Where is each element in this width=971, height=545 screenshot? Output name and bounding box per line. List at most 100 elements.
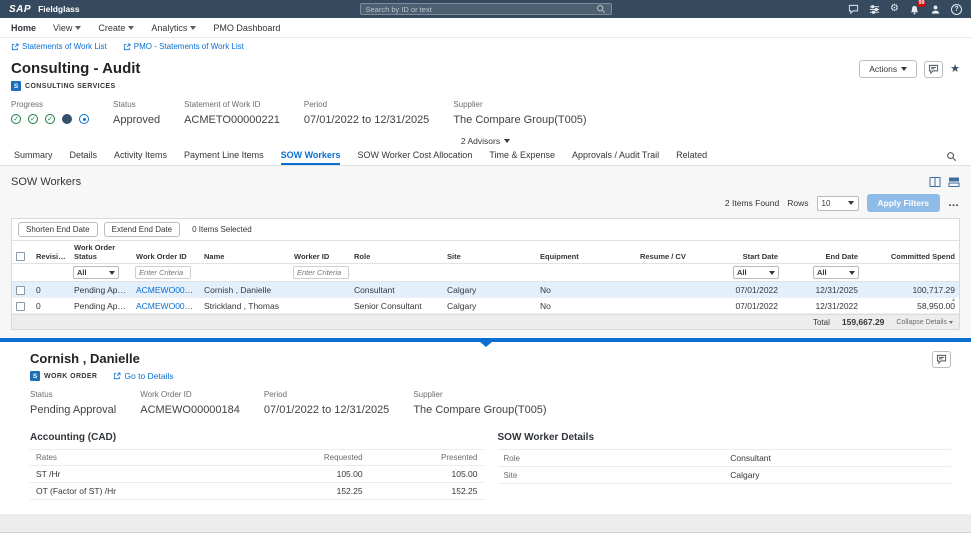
search-icon[interactable] [946, 147, 957, 165]
apply-filters-button[interactable]: Apply Filters [867, 194, 940, 212]
work-order-id-link[interactable]: ACMEWO00000185 [136, 301, 200, 311]
copilot-chat-icon[interactable] [848, 4, 859, 15]
split-pane-handle[interactable] [0, 338, 971, 342]
tab-sow-worker-cost-allocation[interactable]: SOW Worker Cost Allocation [357, 147, 472, 165]
select-all-checkbox[interactable] [16, 252, 25, 261]
end-date-filter-select[interactable]: All [813, 266, 859, 279]
work-order-badge: S WORK ORDER Go to Details [30, 371, 951, 381]
sow-workers-table-card: Shorten End Date Extend End Date 0 Items… [11, 218, 960, 330]
menu-home[interactable]: Home [11, 23, 36, 33]
col-name: Name [200, 241, 290, 264]
tab-payment-line-items[interactable]: Payment Line Items [184, 147, 264, 165]
work-order-badge-icon: S [30, 371, 40, 381]
shell-icon-group: ⚙ 99 ? [848, 4, 962, 15]
detail-row-value: Consultant [724, 450, 951, 467]
background-spacer [0, 514, 971, 532]
work-order-id-label: Work Order ID [140, 390, 240, 399]
extend-end-date-button[interactable]: Extend End Date [104, 222, 180, 237]
col-worker-id: Worker ID [290, 241, 350, 264]
worker-details-row-site: Site Calgary [498, 467, 952, 484]
progress-field: Progress ✓ ✓ ✓ [11, 100, 89, 124]
tab-details[interactable]: Details [70, 147, 98, 165]
accounting-row-ot: OT (Factor of ST) /Hr 152.25 152.25 [30, 483, 484, 500]
table-view-icon[interactable] [929, 176, 941, 188]
status-filter-select[interactable]: All [73, 266, 119, 279]
supplier-value: The Compare Group(T005) [413, 404, 546, 416]
overflow-menu-button[interactable]: … [948, 197, 960, 209]
cell-worker-id [290, 282, 350, 298]
menu-create[interactable]: Create [98, 23, 134, 33]
search-icon[interactable] [596, 4, 606, 14]
app-window: SAP Fieldglass Search by ID or text ⚙ 99 [0, 0, 971, 545]
menu-analytics[interactable]: Analytics [151, 23, 196, 33]
cell-start-date: 07/01/2022 [712, 282, 782, 298]
global-search-input[interactable]: Search by ID or text [360, 3, 612, 15]
chevron-down-icon [901, 67, 907, 71]
tab-activity-items[interactable]: Activity Items [114, 147, 167, 165]
breadcrumb-link-statements-of-work[interactable]: Statements of Work List [11, 42, 107, 51]
table-row-cornish[interactable]: 0 Pending Approval ACMEWO00000184 Cornis… [12, 282, 959, 298]
sap-logo: SAP [9, 4, 31, 15]
progress-label: Progress [11, 100, 89, 109]
settings-sliders-icon[interactable] [869, 4, 880, 15]
work-order-id-filter-input[interactable] [135, 266, 191, 279]
tab-sow-workers[interactable]: SOW Workers [281, 147, 341, 165]
scroll-up-icon[interactable]: ▲ [951, 297, 956, 303]
shorten-end-date-button[interactable]: Shorten End Date [18, 222, 98, 237]
start-date-filter-select[interactable]: All [733, 266, 779, 279]
worker-id-filter-input[interactable] [293, 266, 349, 279]
advisors-toggle[interactable]: 2 Advisors [0, 134, 971, 147]
tab-related[interactable]: Related [676, 147, 707, 165]
period-field: Period 07/01/2022 to 12/31/2025 [304, 100, 429, 126]
annotation-chat-button[interactable] [932, 351, 951, 368]
menu-create-label: Create [98, 23, 125, 33]
items-selected-text: 0 Items Selected [192, 225, 252, 234]
go-to-details-label: Go to Details [124, 371, 173, 381]
go-to-details-link[interactable]: Go to Details [113, 371, 173, 381]
chevron-down-icon [504, 139, 510, 143]
cell-role: Senior Consultant [350, 298, 443, 314]
cell-equipment: No [536, 282, 636, 298]
user-profile-icon[interactable] [930, 4, 941, 15]
rows-per-page-select[interactable]: 10 [817, 196, 859, 211]
worker-detail-panel: Cornish , Danielle S WORK ORDER Go to De… [0, 342, 971, 514]
tab-bar: Summary Details Activity Items Payment L… [0, 147, 971, 166]
collapse-details-button[interactable]: Collapse Details [896, 319, 953, 326]
tab-summary[interactable]: Summary [14, 147, 53, 165]
jump-to-icon [123, 43, 131, 51]
cell-worker-id [290, 298, 350, 314]
work-order-id-link[interactable]: ACMEWO00000184 [136, 285, 200, 295]
tab-time-expense[interactable]: Time & Expense [489, 147, 555, 165]
breadcrumb-link-pmo-statements-of-work[interactable]: PMO - Statements of Work List [123, 42, 244, 51]
split-view-icon[interactable] [948, 176, 960, 188]
status-label: Status [113, 100, 160, 109]
rows-per-page-value: 10 [822, 199, 831, 208]
actions-button[interactable]: Actions [859, 60, 917, 78]
footer-bar [0, 532, 971, 545]
cell-resume [636, 298, 712, 314]
menu-view[interactable]: View [53, 23, 81, 33]
row-checkbox[interactable] [16, 302, 25, 311]
tab-approvals-audit-trail[interactable]: Approvals / Audit Trail [572, 147, 659, 165]
menu-pmo-dashboard[interactable]: PMO Dashboard [213, 23, 280, 33]
sow-badge-label: CONSULTING SERVICES [25, 83, 116, 90]
col-resume-cv: Resume / CV [636, 241, 712, 264]
status-label: Status [30, 390, 116, 399]
progress-step-pending-icon [79, 114, 89, 124]
period-value: 07/01/2022 to 12/31/2025 [304, 114, 429, 126]
cell-name: Strickland , Thomas [200, 298, 290, 314]
help-icon[interactable]: ? [951, 4, 962, 15]
col-revision: Revision [32, 241, 70, 264]
chevron-down-icon [109, 271, 115, 275]
favorite-star-icon[interactable]: ★ [950, 64, 960, 75]
detail-row-label: Role [498, 450, 725, 467]
annotation-chat-button[interactable] [924, 61, 943, 78]
period-label: Period [264, 390, 389, 399]
row-checkbox[interactable] [16, 286, 25, 295]
table-row-strickland[interactable]: 0 Pending Approval ACMEWO00000185 Strick… [12, 298, 959, 314]
notifications-bell-icon[interactable]: 99 [909, 4, 920, 15]
advisors-label: 2 Advisors [461, 136, 500, 146]
splitter-arrow-icon[interactable] [479, 341, 493, 347]
worker-details-table: Role Consultant Site Calgary [498, 449, 952, 484]
gear-icon[interactable]: ⚙ [890, 4, 899, 14]
